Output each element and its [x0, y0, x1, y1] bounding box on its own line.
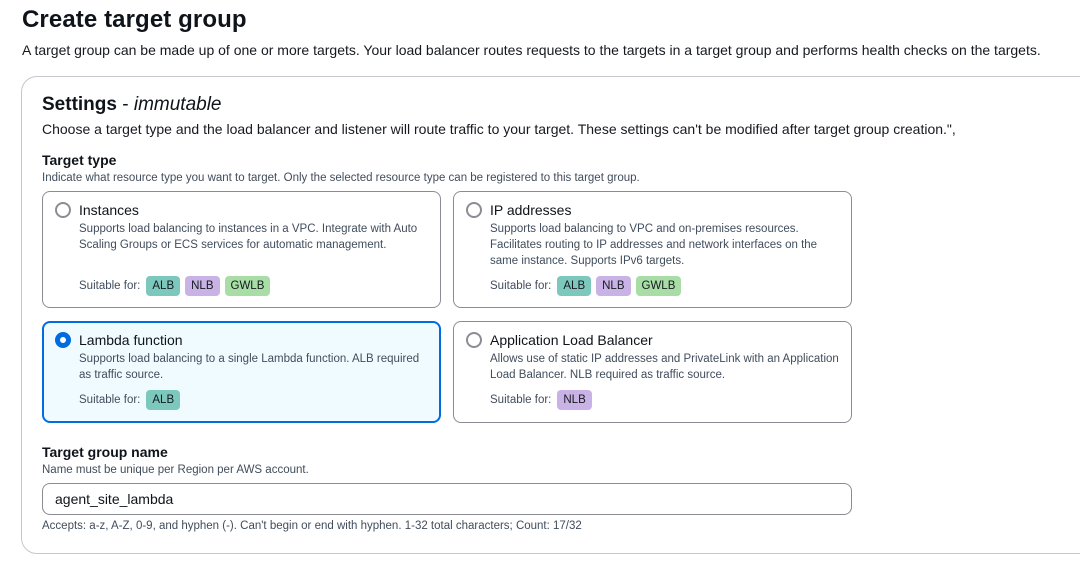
badge-gwlb: GWLB [224, 276, 271, 296]
target-type-label: Target type [42, 152, 117, 168]
target-group-name-hint: Name must be unique per Region per AWS a… [42, 464, 309, 476]
badge-alb: ALB [146, 276, 181, 296]
suitable-for: Suitable for: ALB NLB GWLB [79, 276, 275, 296]
suitable-label: Suitable for: [79, 280, 141, 292]
suitable-label: Suitable for: [490, 394, 552, 406]
suitable-label: Suitable for: [79, 394, 141, 406]
radio-button[interactable] [55, 202, 71, 218]
tile-description: Supports load balancing to a single Lamb… [79, 353, 420, 381]
target-group-name-input[interactable] [42, 483, 852, 515]
tile-description: Supports load balancing to instances in … [79, 223, 418, 251]
target-type-tile-application-load-balancer[interactable]: Application Load Balancer Allows use of … [453, 321, 852, 423]
target-type-tile-ip-addresses[interactable]: IP addresses Supports load balancing to … [453, 191, 852, 308]
badge-nlb: NLB [185, 276, 220, 296]
radio-button-selected[interactable] [55, 332, 71, 348]
suitable-for: Suitable for: ALB NLB GWLB [490, 276, 686, 296]
settings-title-separator: - [116, 94, 134, 115]
page-title: Create target group [22, 6, 247, 33]
settings-title-suffix: immutable [133, 94, 222, 115]
tile-title: Lambda function [79, 332, 183, 348]
badge-nlb: NLB [557, 390, 592, 410]
target-group-name-constraint: Accepts: a-z, A-Z, 0-9, and hyphen (-). … [42, 520, 582, 532]
suitable-for: Suitable for: NLB [490, 390, 597, 410]
target-type-tile-instances[interactable]: Instances Supports load balancing to ins… [42, 191, 441, 308]
page-description: A target group can be made up of one or … [22, 42, 1041, 58]
radio-button[interactable] [466, 202, 482, 218]
tile-title: Application Load Balancer [490, 332, 653, 348]
settings-title: Settings - immutable [42, 94, 222, 116]
target-type-tile-lambda-function[interactable]: Lambda function Supports load balancing … [42, 321, 441, 423]
badge-alb: ALB [146, 390, 181, 410]
badge-nlb: NLB [596, 276, 631, 296]
badge-alb: ALB [557, 276, 592, 296]
settings-description: Choose a target type and the load balanc… [42, 121, 956, 137]
tile-description: Supports load balancing to VPC and on-pr… [490, 223, 818, 267]
suitable-for: Suitable for: ALB [79, 390, 185, 410]
tile-description: Allows use of static IP addresses and Pr… [490, 353, 839, 381]
badge-gwlb: GWLB [635, 276, 682, 296]
target-type-hint: Indicate what resource type you want to … [42, 172, 640, 184]
radio-button[interactable] [466, 332, 482, 348]
tile-title: Instances [79, 202, 139, 218]
settings-title-text: Settings [42, 94, 117, 115]
target-group-name-label: Target group name [42, 444, 168, 460]
suitable-label: Suitable for: [490, 280, 552, 292]
tile-title: IP addresses [490, 202, 572, 218]
